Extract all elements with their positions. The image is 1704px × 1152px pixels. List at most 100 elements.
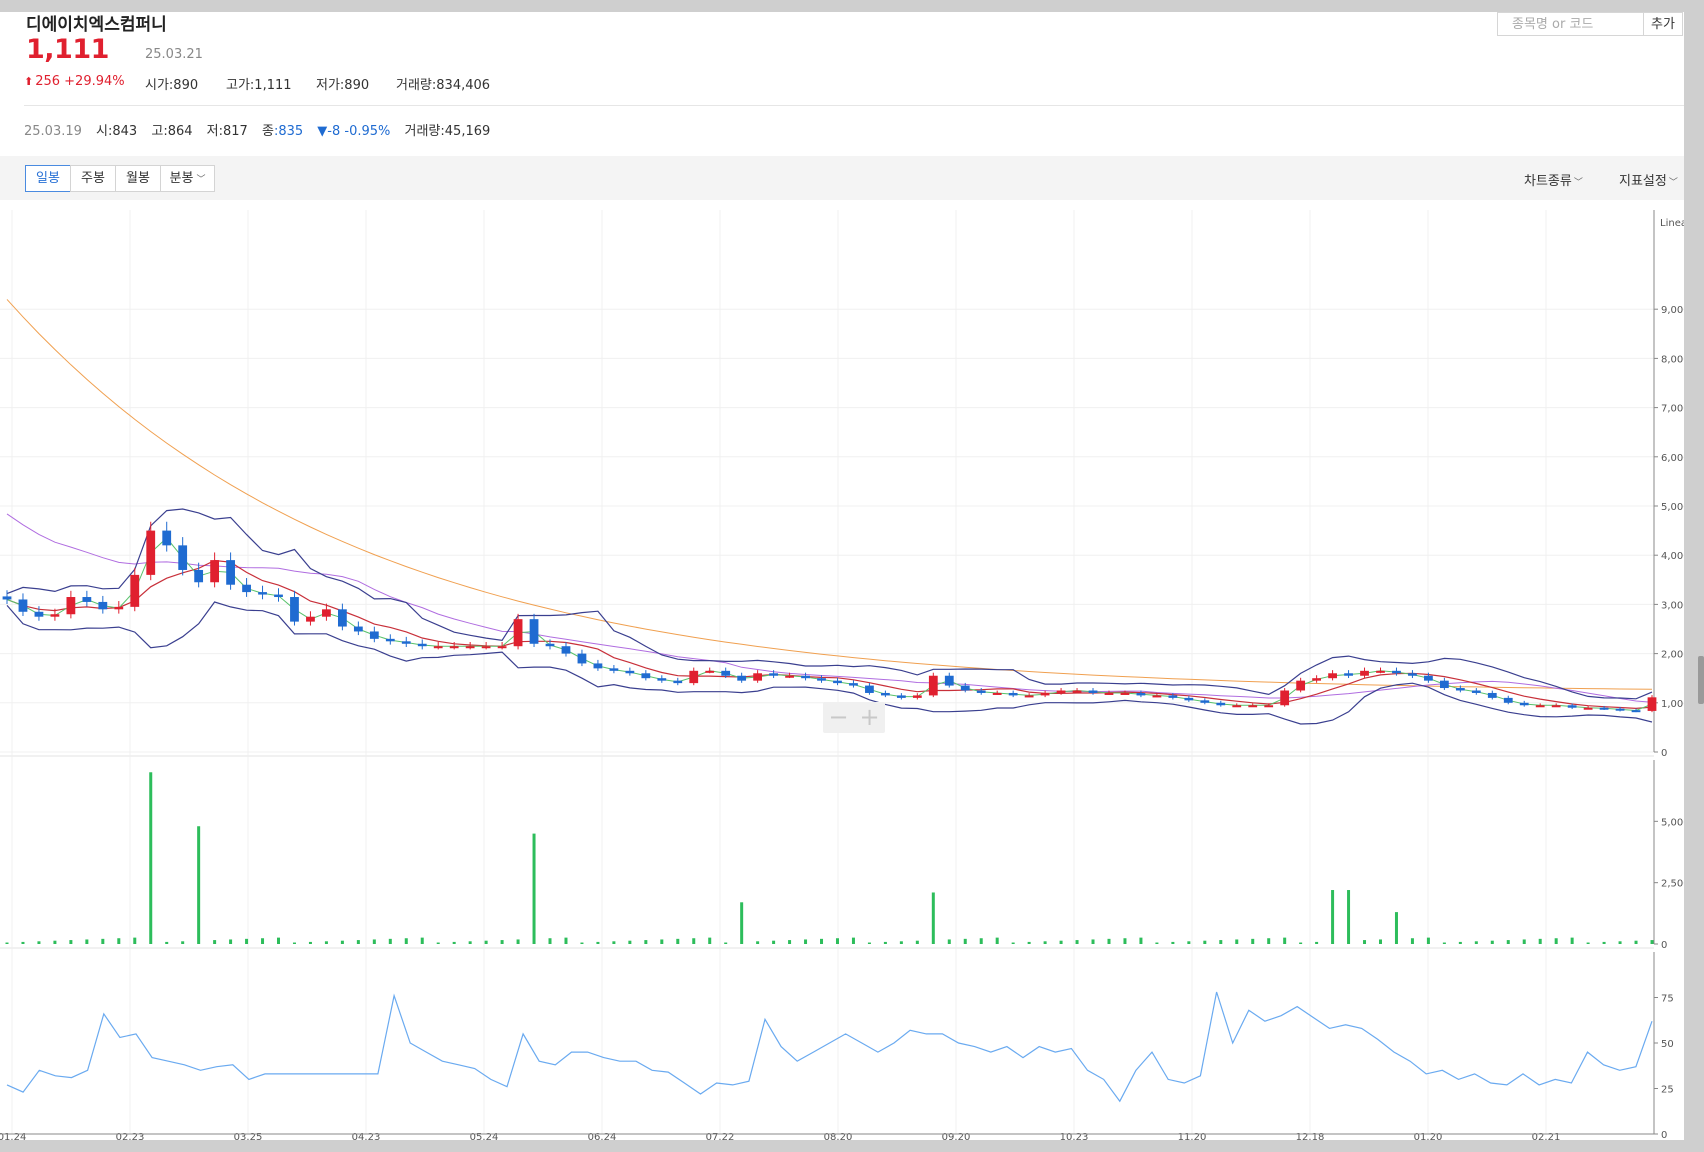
stock-chart[interactable]: 01.24 02.23 03.25 04.23 05.24 06.24 07.22 08.20…: [0, 200, 1684, 1140]
candle: [1168, 695, 1178, 698]
rsi-line: [6, 991, 1653, 1103]
x-tick-label: 11.20: [1178, 1132, 1207, 1140]
candle: [1104, 692, 1114, 695]
volume-bar: [851, 937, 855, 944]
volume-bar: [1123, 938, 1127, 944]
volume-bar: [995, 937, 999, 944]
volume-bar: [69, 940, 73, 944]
candle: [130, 574, 140, 607]
volume-bar: [213, 940, 217, 944]
volume-bar: [724, 942, 728, 944]
candle: [1471, 690, 1481, 693]
stock-search-input[interactable]: 종목명 or 코드: [1497, 12, 1644, 36]
volume-bar: [292, 942, 296, 944]
candle: [1424, 675, 1433, 681]
volume-bar: [516, 939, 520, 944]
tab-weekly-label: 주봉: [81, 171, 105, 186]
candle: [561, 646, 571, 654]
candle: [928, 675, 938, 696]
x-tick-label: 05.24: [470, 1132, 499, 1140]
volume-bar: [1538, 938, 1542, 944]
high-price: 고가:1,111: [226, 74, 292, 93]
candle: [785, 675, 794, 678]
candle: [865, 685, 874, 693]
previous-day-summary: 25.03.19 시:843 고:864 저:817 종:835 ▼-8 -0.…: [24, 120, 500, 139]
indicator-settings-label: 지표설정: [1619, 174, 1667, 189]
tab-minute[interactable]: 분봉 ﹀: [160, 165, 215, 192]
volume-bar: [1634, 940, 1638, 944]
candle: [625, 670, 635, 674]
volume-bar: [229, 939, 233, 944]
volume-bar: [1203, 940, 1207, 944]
volume-bar: [404, 938, 408, 944]
volume-bar: [1139, 937, 1143, 944]
price-change: ⬆ 256 +29.94%: [24, 74, 125, 89]
x-tick-label: 01.24: [0, 1132, 26, 1140]
chart-type-dropdown[interactable]: 차트종류 ﹀: [1524, 170, 1583, 189]
volume-bar: [740, 902, 744, 944]
volume-bar: [149, 772, 153, 944]
volume-tick-label: 2,500,000: [1661, 879, 1684, 890]
zoom-control: − +: [823, 702, 885, 733]
volume-bar: [452, 941, 456, 944]
chevron-down-icon: ﹀: [196, 175, 206, 185]
price-tick-label: 6,000: [1661, 453, 1684, 464]
volume-bar: [1570, 937, 1574, 944]
candle: [817, 678, 826, 681]
rsi-tick-label: 25: [1661, 1085, 1674, 1096]
candle: [433, 646, 443, 649]
volume-bar: [436, 942, 440, 944]
ma120-line: [6, 299, 1653, 690]
volume-bar: [1442, 942, 1446, 944]
x-tick-label: 12.18: [1296, 1132, 1325, 1140]
current-date: 25.03.21: [145, 47, 203, 62]
candle: [1567, 705, 1577, 708]
volume-bar: [1107, 938, 1111, 944]
current-price: 1,111: [26, 34, 109, 65]
prev-volume-value: :45,169: [440, 124, 491, 139]
volume-bar: [580, 942, 584, 944]
candle: [98, 601, 108, 610]
volume-bar: [979, 938, 983, 944]
volume-bar: [1490, 940, 1494, 944]
volume-bar: [1059, 940, 1063, 944]
prev-low-label: 저: [206, 124, 219, 139]
candle: [1136, 692, 1146, 696]
candle: [689, 670, 699, 684]
volume-bar: [1267, 938, 1271, 944]
candle: [1599, 707, 1609, 710]
tab-monthly[interactable]: 월봉: [115, 165, 161, 192]
add-button[interactable]: 추가: [1644, 12, 1683, 36]
candle: [1200, 700, 1210, 703]
volume-tick-label: 0: [1661, 940, 1667, 951]
x-tick-label: 04.23: [352, 1132, 381, 1140]
price-tick-label: 3,000: [1661, 600, 1684, 611]
candle: [1519, 702, 1529, 706]
indicator-settings-dropdown[interactable]: 지표설정 ﹀: [1619, 170, 1678, 189]
candle: [737, 675, 747, 681]
candle: [194, 569, 204, 583]
volume-bar: [133, 937, 137, 944]
candle: [1631, 710, 1641, 713]
volume-bar: [628, 940, 632, 944]
zoom-out-button[interactable]: −: [823, 702, 854, 733]
zoom-in-button[interactable]: +: [854, 702, 885, 733]
volume-bar: [1187, 941, 1191, 944]
volume-bar: [1027, 941, 1031, 944]
scrollbar-handle[interactable]: [1698, 656, 1704, 704]
candle: [657, 678, 667, 681]
candle: [769, 673, 778, 676]
volume-bar: [181, 941, 185, 944]
prev-high-label: 고: [151, 124, 164, 139]
tab-daily[interactable]: 일봉: [25, 165, 71, 192]
tab-weekly[interactable]: 주봉: [70, 165, 116, 192]
stock-name: 디에이치엑스컴퍼니: [26, 15, 167, 35]
prev-open-label: 시: [96, 124, 108, 139]
candle: [833, 680, 842, 684]
volume-bar: [1522, 939, 1526, 944]
price-change-text: 256 +29.94%: [35, 74, 125, 89]
candle: [497, 646, 507, 649]
candle: [609, 668, 619, 671]
price-tick-label: 1,000: [1661, 699, 1684, 710]
volume-bar: [1331, 890, 1335, 944]
